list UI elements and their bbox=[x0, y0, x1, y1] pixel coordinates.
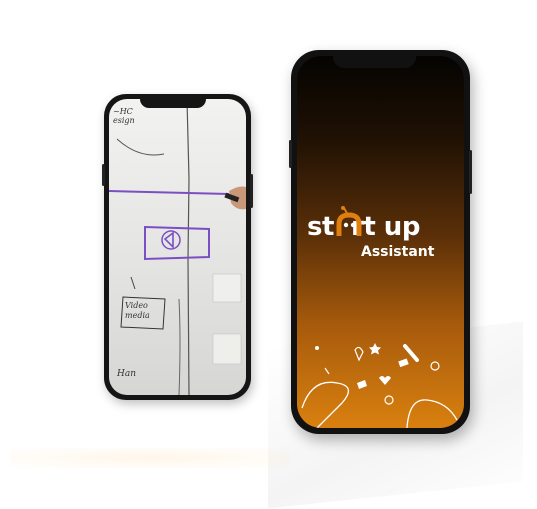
whiteboard-drawing bbox=[109, 99, 246, 395]
whiteboard-note-top: ~HC esign bbox=[113, 107, 135, 125]
phone-notch bbox=[333, 50, 416, 68]
volume-button bbox=[289, 140, 292, 168]
phone-notch bbox=[140, 94, 206, 108]
app-subtitle: Assistant bbox=[361, 244, 435, 260]
logo-text: st rt up bbox=[307, 212, 420, 242]
power-button bbox=[250, 174, 253, 208]
robot-a-icon bbox=[336, 206, 362, 236]
power-button bbox=[469, 150, 472, 194]
whiteboard-note-video: Video media bbox=[125, 301, 150, 320]
background-glow bbox=[10, 448, 290, 468]
phone-whiteboard: ~HC esign Video media Han bbox=[102, 94, 253, 400]
whiteboard-note-bottom: Han bbox=[117, 369, 137, 379]
phone-app-splash: st rt up Assistant bbox=[289, 50, 472, 434]
app-logo: st rt up bbox=[307, 206, 457, 246]
star-icon bbox=[369, 343, 381, 355]
splash-screen: st rt up Assistant bbox=[297, 56, 464, 428]
whiteboard-screen: ~HC esign Video media Han bbox=[109, 99, 246, 395]
heart-icon bbox=[379, 376, 391, 385]
volume-button bbox=[102, 164, 105, 186]
decorative-doodles bbox=[301, 343, 458, 428]
lightbulb-icon bbox=[384, 395, 394, 405]
